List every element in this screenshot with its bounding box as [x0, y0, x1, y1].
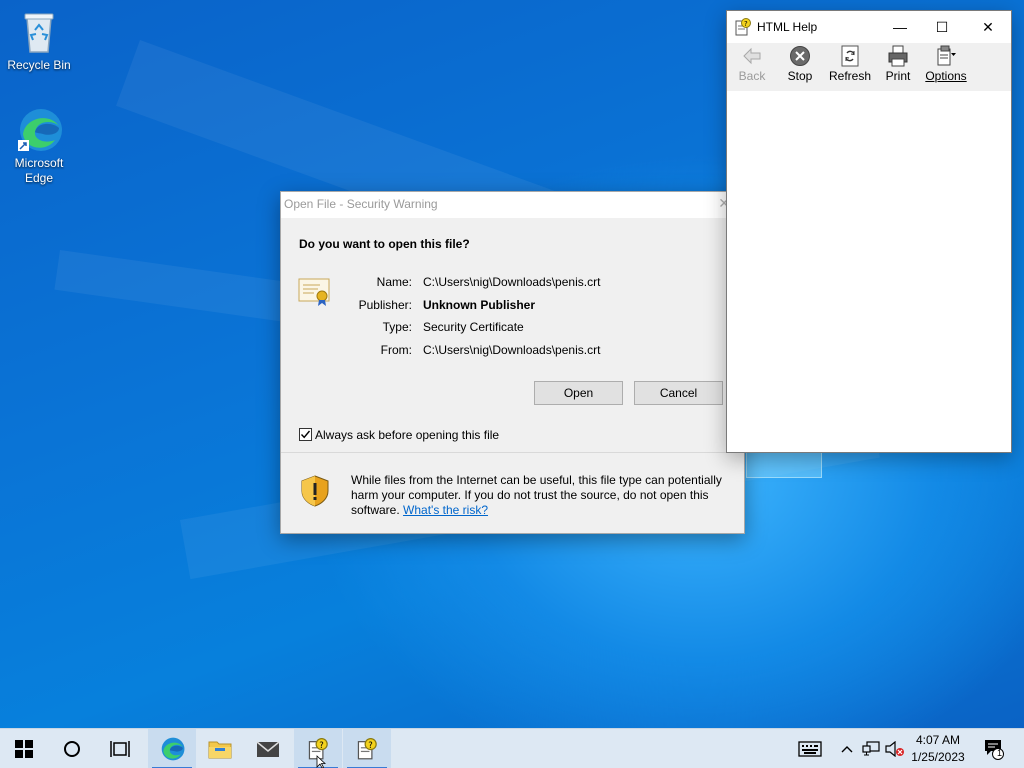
task-view-button[interactable] [96, 729, 144, 768]
stop-icon [789, 45, 811, 67]
certificate-icon [298, 276, 332, 306]
toolbar-label: Refresh [828, 69, 872, 83]
publisher-label: Publisher: [358, 298, 412, 312]
touch-keyboard-button[interactable] [796, 729, 824, 768]
toolbar-print-button[interactable]: Print [873, 45, 923, 83]
svg-text:?: ? [319, 741, 324, 751]
type-value: Security Certificate [423, 320, 524, 334]
search-circle-icon [64, 741, 80, 757]
html-help-window: ? HTML Help — ☐ ✕ Back Stop Refresh Prin… [726, 10, 1012, 453]
clock[interactable]: 4:07 AM 1/25/2023 [905, 732, 971, 766]
warning-section: While files from the Internet can be use… [281, 452, 744, 533]
toolbar-refresh-button[interactable]: Refresh [825, 45, 875, 83]
help-app-icon: ? [735, 18, 751, 39]
always-ask-checkbox[interactable] [299, 428, 312, 441]
svg-text:?: ? [744, 20, 748, 28]
volume-muted-icon [885, 741, 904, 757]
toolbar-label: Stop [787, 69, 813, 83]
keyboard-icon [798, 741, 822, 757]
mouse-cursor-icon [316, 755, 326, 768]
folder-icon [208, 741, 232, 759]
open-button[interactable]: Open [534, 381, 623, 405]
action-center-button[interactable]: 1 [980, 729, 1008, 768]
network-button[interactable] [860, 729, 882, 768]
refresh-icon [839, 45, 861, 67]
mail-icon [256, 741, 280, 757]
publisher-value: Unknown Publisher [423, 298, 536, 312]
dialog-title: Open File - Security Warning [284, 197, 438, 211]
whats-the-risk-link[interactable]: What's the risk? [403, 503, 488, 517]
type-label: Type: [382, 320, 412, 334]
taskbar: ? ? 4:07 AM 1/25/2023 1 [0, 728, 1024, 768]
volume-button[interactable] [884, 729, 906, 768]
from-label: From: [380, 343, 412, 357]
from-value: C:\Users\nig\Downloads\penis.crt [423, 343, 601, 357]
recycle-bin-icon [15, 8, 63, 56]
maximize-icon[interactable]: ☐ [919, 11, 965, 43]
taskbar-mail[interactable] [244, 729, 292, 768]
warning-text-block: While files from the Internet can be use… [351, 473, 736, 518]
desktop-icon-label: Recycle Bin [7, 58, 71, 72]
always-ask-label[interactable]: Always ask before opening this file [315, 428, 499, 442]
windows-logo-icon [15, 740, 33, 758]
toolbar-options-button[interactable]: Options [921, 45, 971, 83]
help-content-area[interactable] [727, 91, 1011, 452]
dialog-question: Do you want to open this file? [299, 237, 470, 251]
notification-count: 1 [997, 748, 1003, 758]
dialog-titlebar[interactable]: Open File - Security Warning ✕ [281, 192, 744, 218]
desktop-icon-microsoft-edge[interactable]: Microsoft Edge [3, 106, 75, 186]
network-icon [862, 741, 880, 756]
help-window-title: HTML Help [757, 20, 818, 34]
toolbar-back-button[interactable]: Back [727, 45, 777, 83]
start-button[interactable] [0, 729, 48, 768]
toolbar-label: Print [885, 69, 911, 83]
minimize-icon[interactable]: — [877, 11, 923, 43]
desktop-icon-label: Microsoft Edge [14, 156, 64, 185]
taskbar-file-explorer[interactable] [196, 729, 244, 768]
taskbar-edge[interactable] [148, 729, 196, 768]
help-toolbar: Back Stop Refresh Print Options [727, 43, 1011, 91]
chevron-up-icon [841, 746, 853, 753]
checkmark-icon [300, 430, 311, 439]
options-icon [935, 45, 957, 67]
desktop-icon-recycle-bin[interactable]: Recycle Bin [3, 8, 75, 73]
security-shield-icon [301, 475, 329, 507]
edge-icon [161, 737, 185, 761]
toolbar-label: Back [738, 69, 766, 83]
toolbar-label: Options [925, 69, 967, 83]
help-app-icon: ? [357, 738, 377, 760]
cancel-button[interactable]: Cancel [634, 381, 723, 405]
clock-date: 1/25/2023 [911, 750, 965, 764]
wallpaper-logo-pane [746, 452, 822, 478]
toolbar-stop-button[interactable]: Stop [775, 45, 825, 83]
task-view-icon [110, 741, 130, 757]
printer-icon [887, 45, 909, 67]
clock-time: 4:07 AM [915, 733, 961, 747]
name-label: Name: [376, 275, 412, 289]
help-titlebar[interactable]: ? HTML Help — ☐ ✕ [727, 11, 1011, 43]
svg-text:?: ? [368, 741, 373, 751]
name-value: C:\Users\nig\Downloads\penis.crt [423, 275, 601, 289]
taskbar-html-help-2[interactable]: ? [343, 729, 391, 768]
edge-icon [15, 106, 63, 154]
security-warning-dialog: Open File - Security Warning ✕ Do you wa… [280, 191, 745, 534]
close-icon[interactable]: ✕ [965, 11, 1011, 43]
back-arrow-icon [741, 45, 763, 67]
search-button[interactable] [48, 729, 96, 768]
show-hidden-icons-button[interactable] [838, 729, 856, 768]
